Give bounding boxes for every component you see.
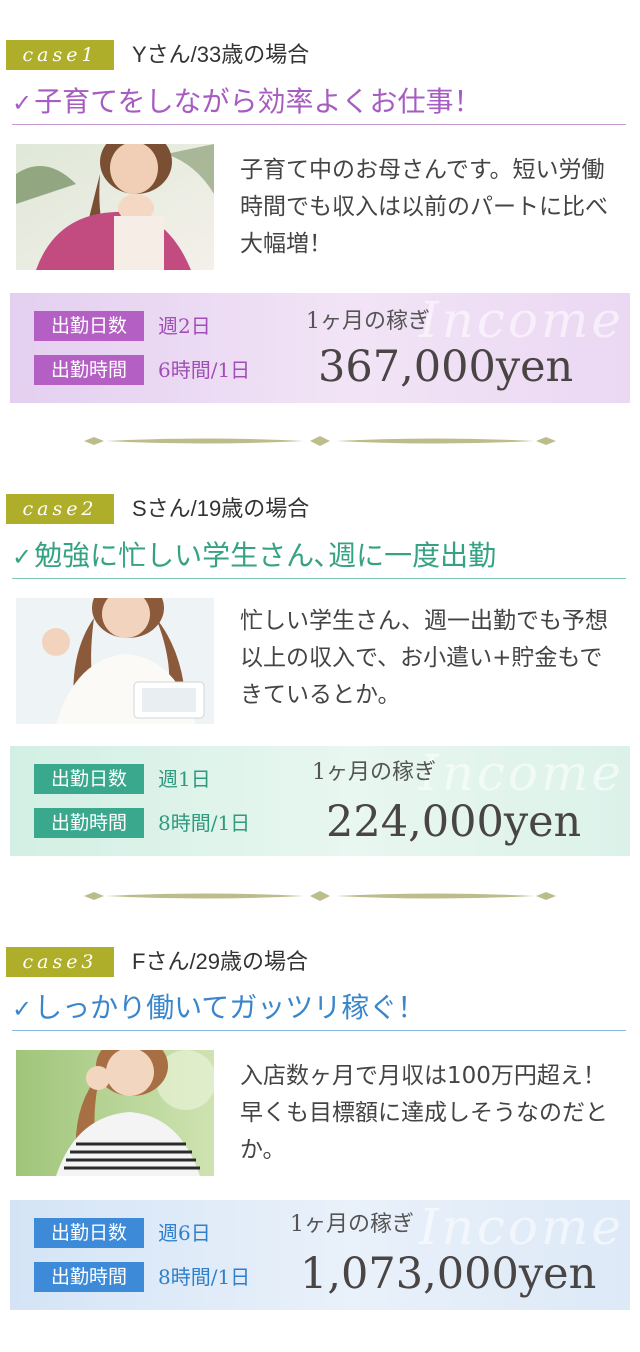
- case-headline-text: しっかり働いてガッツリ稼ぐ！: [34, 991, 426, 1024]
- work-hours-label: 出勤時間: [34, 355, 144, 385]
- headline-underline: [12, 1030, 626, 1031]
- case-description: 子育て中のお母さんです。短い労働時間でも収入は以前のパートに比べ大幅増！: [240, 157, 608, 257]
- check-icon: ✓: [12, 995, 33, 1023]
- work-days-value: 週2日: [158, 314, 211, 338]
- ornamental-divider: [84, 891, 556, 901]
- case-headline: ✓勉強に忙しい学生さん､週に一度出勤: [12, 536, 496, 577]
- ornamental-divider: [84, 436, 556, 446]
- case-description: 忙しい学生さん、週一出勤でも予想以上の収入で、お小遣い+貯金もできているとか。: [240, 608, 608, 708]
- case-description: 入店数ヶ月で月収は100万円超え！早くも目標額に達成しそうなのだとか。: [240, 1063, 608, 1163]
- woman-photo: [16, 598, 214, 724]
- check-icon: ✓: [12, 543, 33, 571]
- check-icon: ✓: [12, 89, 33, 117]
- earnings-panel: Income 出勤日数 週6日 出勤時間 8時間/1日 1ヶ月の稼ぎ 1,073…: [10, 1200, 630, 1310]
- work-hours-label: 出勤時間: [34, 808, 144, 838]
- work-hours-value: 6時間/1日: [158, 358, 251, 382]
- case-headline-text: 勉強に忙しい学生さん､週に一度出勤: [34, 539, 497, 572]
- headline-underline: [12, 124, 626, 125]
- work-days-label: 出勤日数: [34, 764, 144, 794]
- case-headline: ✓しっかり働いてガッツリ稼ぐ！: [12, 988, 425, 1029]
- monthly-income-amount: 1,073,000yen: [300, 1249, 597, 1299]
- woman-photo: [16, 1050, 214, 1176]
- work-hours-value: 8時間/1日: [158, 1265, 251, 1289]
- monthly-income-amount: 224,000yen: [326, 797, 582, 847]
- headline-underline: [12, 578, 626, 579]
- work-days-label: 出勤日数: [34, 1218, 144, 1248]
- monthly-income-label: 1ヶ月の稼ぎ: [290, 1212, 414, 1237]
- case-tag: case1: [6, 40, 114, 70]
- work-days-value: 週6日: [158, 1221, 211, 1245]
- work-days-value: 週1日: [158, 767, 211, 791]
- case-person: Yさん/33歳の場合: [132, 42, 310, 67]
- earnings-panel: Income 出勤日数 週2日 出勤時間 6時間/1日 1ヶ月の稼ぎ 367,0…: [10, 293, 630, 403]
- monthly-income-label: 1ヶ月の稼ぎ: [312, 760, 436, 785]
- woman-photo: [16, 144, 214, 270]
- work-hours-label: 出勤時間: [34, 1262, 144, 1292]
- work-days-label: 出勤日数: [34, 311, 144, 341]
- monthly-income-amount: 367,000yen: [318, 342, 574, 392]
- monthly-income-label: 1ヶ月の稼ぎ: [306, 309, 430, 334]
- case-tag: case3: [6, 947, 114, 977]
- case-headline-text: 子育てをしながら効率よくお仕事！: [34, 85, 482, 118]
- income-watermark: Income: [418, 746, 624, 802]
- case-person: Fさん/29歳の場合: [132, 949, 309, 974]
- case-headline: ✓子育てをしながら効率よくお仕事！: [12, 82, 482, 123]
- case-tag: case2: [6, 494, 114, 524]
- case-person: Sさん/19歳の場合: [132, 496, 310, 521]
- work-hours-value: 8時間/1日: [158, 811, 251, 835]
- earnings-panel: Income 出勤日数 週1日 出勤時間 8時間/1日 1ヶ月の稼ぎ 224,0…: [10, 746, 630, 856]
